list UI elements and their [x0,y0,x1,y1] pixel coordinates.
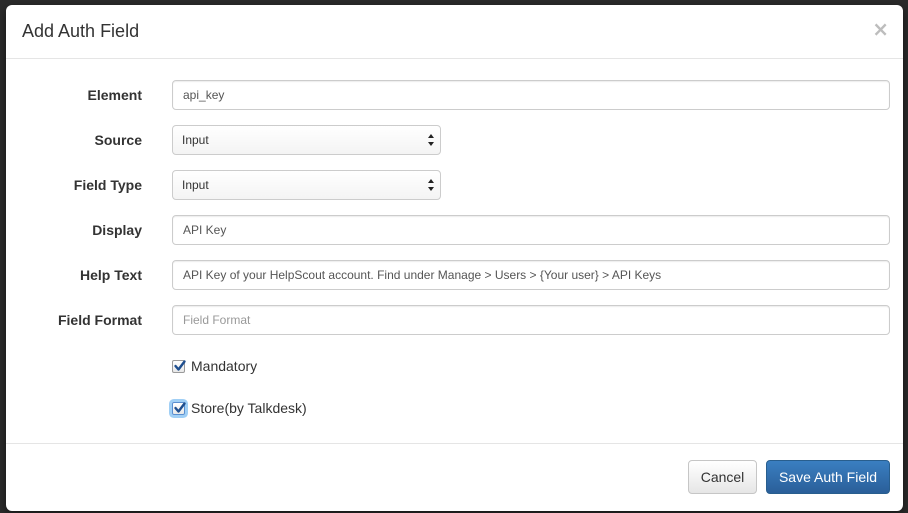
display-row: Display [6,215,903,245]
field-format-row: Field Format [6,305,903,335]
field-type-select[interactable]: Input [172,170,441,200]
source-row: Source Input [6,125,903,155]
modal-header: Add Auth Field × [6,5,903,59]
source-selected-value: Input [182,133,209,147]
close-icon[interactable]: × [872,19,889,39]
field-type-selected-value: Input [182,178,209,192]
add-auth-field-modal: Add Auth Field × Element Source Input Fi… [6,5,903,511]
help-text-label: Help Text [80,267,142,283]
modal-footer: Cancel Save Auth Field [6,443,903,511]
field-type-row: Field Type Input [6,170,903,200]
store-checkbox[interactable] [172,402,186,415]
select-arrows-icon [428,134,434,146]
save-auth-field-button[interactable]: Save Auth Field [766,460,890,494]
element-label: Element [87,87,142,103]
checkmark-icon [174,402,186,413]
store-label[interactable]: Store(by Talkdesk) [191,400,307,416]
select-arrows-icon [428,179,434,191]
modal-body: Element Source Input Field Type Input [6,59,903,443]
element-row: Element [6,80,903,110]
field-type-label: Field Type [73,177,142,193]
mandatory-label[interactable]: Mandatory [191,358,257,374]
modal-title: Add Auth Field [22,21,140,41]
source-select[interactable]: Input [172,125,441,155]
display-label: Display [92,222,142,238]
mandatory-checkbox[interactable] [172,360,186,373]
display-input[interactable] [172,215,890,245]
source-label: Source [94,132,142,148]
field-format-label: Field Format [57,312,142,328]
cancel-button[interactable]: Cancel [688,460,757,494]
help-text-row: Help Text [6,260,903,290]
checkmark-icon [174,360,186,371]
help-text-input[interactable] [172,260,890,290]
element-input[interactable] [172,80,890,110]
field-format-input[interactable] [172,305,890,335]
